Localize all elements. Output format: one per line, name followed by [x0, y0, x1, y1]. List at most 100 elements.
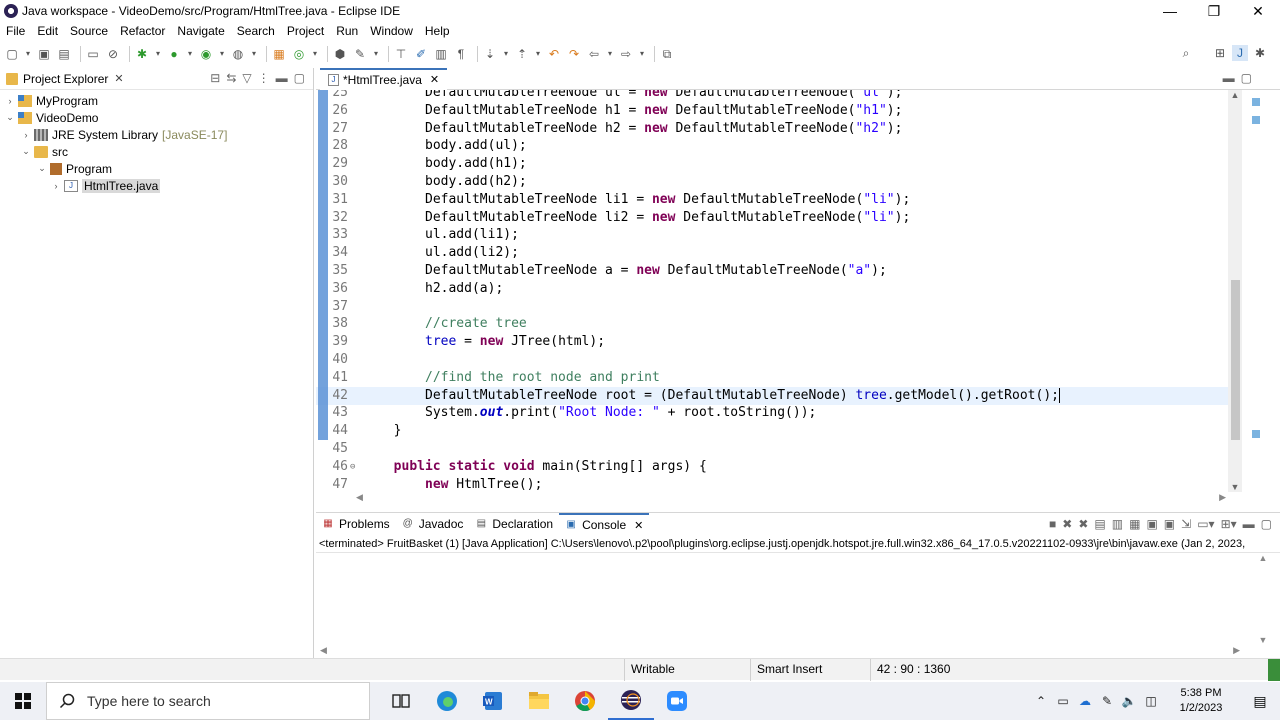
- scroll-left-icon[interactable]: ◀: [320, 645, 327, 656]
- code-line[interactable]: 43 System.out.print("Root Node: " + root.…: [316, 404, 1230, 422]
- console-vertical-scrollbar[interactable]: ▲ ▼: [1256, 553, 1270, 645]
- maximize-view-icon[interactable]: ▢: [1241, 71, 1252, 85]
- debug-dropdown-icon[interactable]: ▾: [154, 46, 162, 62]
- display-console-icon[interactable]: ▭▾: [1197, 517, 1214, 531]
- menu-help[interactable]: Help: [419, 24, 456, 38]
- next-edit-icon[interactable]: ⇣: [482, 46, 498, 62]
- taskbar-search-box[interactable]: Type here to search: [46, 682, 370, 720]
- code-line[interactable]: 25 DefaultMutableTreeNode ul = new Defaul…: [316, 90, 1230, 102]
- language-icon[interactable]: ✎: [1096, 694, 1118, 708]
- pin-console-icon[interactable]: ⇲: [1181, 517, 1191, 531]
- run-icon[interactable]: ●: [166, 46, 182, 62]
- task-view-icon[interactable]: [378, 682, 424, 720]
- next-annotation-icon[interactable]: ⊤: [393, 46, 409, 62]
- menu-window[interactable]: Window: [364, 24, 419, 38]
- volume-icon[interactable]: 🔈: [1118, 694, 1140, 708]
- coverage-icon[interactable]: ◉: [198, 46, 214, 62]
- open-console-icon[interactable]: ⊞▾: [1221, 517, 1237, 531]
- menu-refactor[interactable]: Refactor: [114, 24, 171, 38]
- last-edit-location-icon[interactable]: ↶: [546, 46, 562, 62]
- code-line[interactable]: 35 DefaultMutableTreeNode a = new Default…: [316, 262, 1230, 280]
- meet-now-icon[interactable]: ▭: [1052, 694, 1074, 708]
- tree-item-program-package[interactable]: ⌄ Program: [0, 160, 313, 177]
- open-type-icon[interactable]: ⬢: [332, 46, 348, 62]
- fold-toggle-icon[interactable]: ⊖: [350, 458, 355, 476]
- show-whitespace-icon[interactable]: ¶: [453, 46, 469, 62]
- code-line[interactable]: 33 ul.add(li1);: [316, 226, 1230, 244]
- notifications-icon[interactable]: ▤: [1240, 693, 1280, 710]
- code-line[interactable]: 46 ⊖ public static void main(String[] args…: [316, 458, 1230, 476]
- menu-file[interactable]: File: [0, 24, 31, 38]
- code-line[interactable]: 30 body.add(h2);: [316, 173, 1230, 191]
- maximize-view-icon[interactable]: ▢: [294, 71, 305, 85]
- tab-javadoc[interactable]: @ Javadoc: [396, 513, 470, 535]
- code-line[interactable]: 42 DefaultMutableTreeNode root = (Default…: [316, 386, 1230, 405]
- tree-item-src[interactable]: ⌄ src: [0, 143, 313, 160]
- console-output[interactable]: [316, 553, 1256, 645]
- collapse-all-icon[interactable]: ⊟: [210, 71, 220, 85]
- tree-item-videodemo[interactable]: ⌄ VideoDemo: [0, 109, 313, 126]
- menu-source[interactable]: Source: [64, 24, 114, 38]
- scroll-left-icon[interactable]: ◀: [356, 492, 363, 503]
- back-icon[interactable]: ⇦: [586, 46, 602, 62]
- code-line[interactable]: 44}: [316, 422, 1230, 440]
- minimize-view-icon[interactable]: ▬: [1223, 71, 1235, 85]
- new-dropdown-icon[interactable]: ▾: [24, 46, 32, 62]
- pin-editor-icon[interactable]: ⧉: [659, 46, 675, 62]
- maximize-view-icon[interactable]: ▢: [1261, 517, 1272, 531]
- search-icon[interactable]: ⌕: [1178, 45, 1194, 61]
- search-tool-icon[interactable]: ✎: [352, 46, 368, 62]
- overview-marker-icon[interactable]: [1252, 116, 1260, 124]
- remove-launch-icon[interactable]: ✖: [1062, 517, 1072, 531]
- coverage-dropdown-icon[interactable]: ▾: [218, 46, 226, 62]
- close-icon[interactable]: ✕: [114, 72, 123, 85]
- console-horizontal-scrollbar[interactable]: ◀ ▶: [320, 645, 1240, 659]
- code-line[interactable]: 39 tree = new JTree(html);: [316, 333, 1230, 351]
- start-button[interactable]: [0, 682, 46, 720]
- clock[interactable]: 5:38 PM 1/2/2023: [1162, 686, 1240, 716]
- java-perspective-icon[interactable]: J: [1232, 45, 1248, 61]
- scroll-up-icon[interactable]: ▲: [1228, 90, 1242, 100]
- scroll-up-icon[interactable]: ▲: [1256, 553, 1270, 563]
- scroll-down-icon[interactable]: ▼: [1256, 635, 1270, 645]
- clear-console-icon[interactable]: ▤: [1094, 517, 1105, 531]
- overview-marker-icon[interactable]: [1252, 98, 1260, 106]
- close-icon[interactable]: ✕: [634, 519, 643, 532]
- close-icon[interactable]: ✕: [430, 73, 439, 86]
- chevron-right-icon[interactable]: ›: [4, 96, 16, 106]
- code-line[interactable]: 29 body.add(h1);: [316, 155, 1230, 173]
- remove-all-terminated-icon[interactable]: ✖: [1078, 517, 1088, 531]
- external-tools-icon[interactable]: ◍: [230, 46, 246, 62]
- scroll-right-icon[interactable]: ▶: [1233, 645, 1240, 656]
- back-dropdown-icon[interactable]: ▾: [606, 46, 614, 62]
- new-icon[interactable]: ▢: [4, 46, 20, 62]
- chevron-down-icon[interactable]: ⌄: [20, 146, 32, 157]
- code-line[interactable]: 36 h2.add(a);: [316, 280, 1230, 298]
- scrollbar-thumb[interactable]: [1231, 280, 1240, 440]
- external-tools-dropdown-icon[interactable]: ▾: [250, 46, 258, 62]
- word-wrap-icon[interactable]: ▦: [1129, 517, 1140, 531]
- link-with-editor-icon[interactable]: ⇆: [226, 71, 236, 85]
- status-insert-mode[interactable]: Smart Insert: [750, 659, 868, 681]
- code-line[interactable]: 45: [316, 440, 1230, 458]
- tab-console[interactable]: ▣ Console ✕: [559, 513, 650, 535]
- menu-run[interactable]: Run: [330, 24, 364, 38]
- code-line[interactable]: 31 DefaultMutableTreeNode li1 = new Defau…: [316, 191, 1230, 209]
- file-explorer-icon[interactable]: [516, 682, 562, 720]
- open-perspective-icon[interactable]: ⊞: [1212, 45, 1228, 61]
- zoom-icon[interactable]: [654, 682, 700, 720]
- new-class-dropdown-icon[interactable]: ▾: [311, 46, 319, 62]
- editor-vertical-scrollbar[interactable]: ▲ ▼: [1228, 90, 1242, 492]
- chrome-icon[interactable]: [562, 682, 608, 720]
- code-line[interactable]: 37: [316, 298, 1230, 316]
- chevron-right-icon[interactable]: ›: [50, 181, 62, 191]
- tab-declaration[interactable]: ▤ Declaration: [469, 513, 559, 535]
- previous-edit-icon[interactable]: ⇡: [514, 46, 530, 62]
- terminate-icon[interactable]: ■: [1049, 517, 1056, 531]
- scroll-lock-icon[interactable]: ▥: [1112, 517, 1123, 531]
- code-line[interactable]: 47 new HtmlTree();: [316, 476, 1230, 492]
- minimize-view-icon[interactable]: ▬: [1243, 517, 1255, 531]
- toggle-block-selection-icon[interactable]: ▥: [433, 46, 449, 62]
- close-window-button[interactable]: ✕: [1236, 0, 1280, 22]
- tree-item-htmltree-java[interactable]: › J HtmlTree.java: [0, 177, 313, 194]
